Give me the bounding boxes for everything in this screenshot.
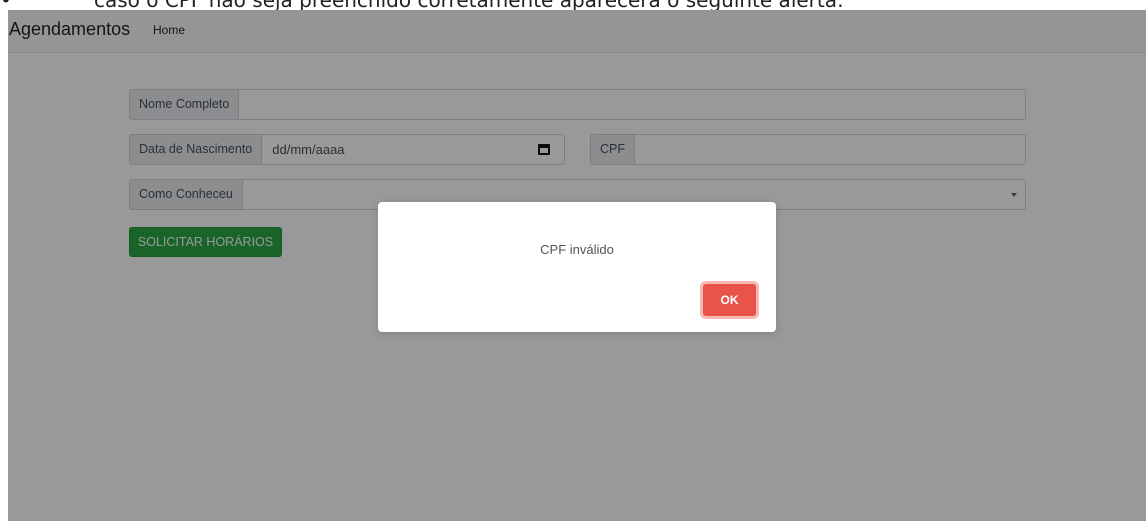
caption-text: caso o CPF não seja preenchido corretame… (94, 0, 844, 10)
app-screenshot: Agendamentos Home Nome Completo Data de … (8, 10, 1146, 521)
alert-message: CPF inválido (540, 242, 614, 257)
document-caption: • caso o CPF não seja preenchido correta… (0, 0, 1146, 10)
caption-bullet: • (0, 0, 12, 10)
alert-dialog: CPF inválido OK (378, 202, 776, 332)
ok-button[interactable]: OK (703, 284, 756, 316)
